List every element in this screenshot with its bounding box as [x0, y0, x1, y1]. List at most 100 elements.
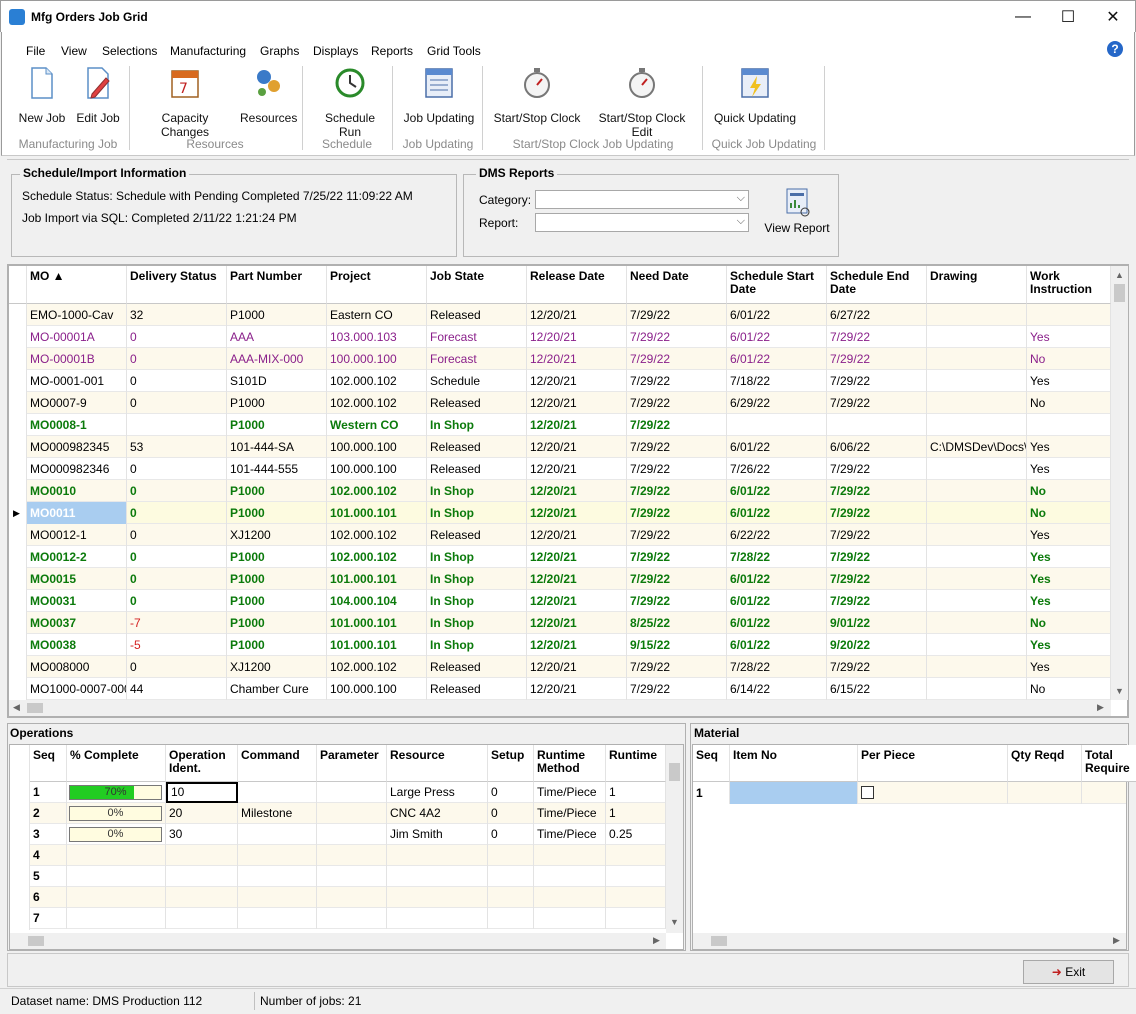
grid-cell[interactable]: 0 [127, 524, 227, 546]
mat-horizontal-scrollbar[interactable]: ▶ [693, 933, 1126, 949]
grid-hscroll-thumb[interactable] [27, 703, 43, 713]
row-selector[interactable] [9, 458, 27, 480]
operations-grid[interactable]: Seq% Complete Operation Ident. Command Para… [9, 744, 684, 950]
row-selector[interactable] [9, 634, 27, 656]
grid-cell[interactable]: Eastern CO [327, 304, 427, 326]
grid-header-mo[interactable]: MO ▲ [27, 266, 127, 304]
ops-header-runtime-method[interactable]: Runtime Method [534, 745, 606, 782]
grid-cell[interactable]: EMO-1000-Cav [27, 304, 127, 326]
grid-cell[interactable]: Yes [1027, 458, 1111, 480]
per-piece-checkbox[interactable] [861, 786, 874, 799]
grid-cell[interactable]: MO0007-9 [27, 392, 127, 414]
grid-cell[interactable]: 7/28/22 [727, 546, 827, 568]
grid-row[interactable]: ▶ MO0011 0 P1000 101.000.101 In Shop 12/20/21 7… [9, 502, 1111, 524]
ops-cell-ident[interactable] [166, 908, 238, 929]
grid-cell[interactable]: Released [427, 392, 527, 414]
grid-cell[interactable] [927, 656, 1027, 678]
row-selector[interactable] [9, 612, 27, 634]
ops-row[interactable]: 3 0% 30 Jim Smith 0 Time/Piece 0.25 [10, 824, 666, 846]
grid-cell[interactable]: 12/20/21 [527, 502, 627, 524]
ops-cell-runtime[interactable] [606, 887, 666, 908]
ops-header-parameter[interactable]: Parameter [317, 745, 387, 782]
menu-reports[interactable]: Reports [371, 44, 413, 58]
grid-cell[interactable]: 6/01/22 [727, 304, 827, 326]
row-selector[interactable] [10, 887, 30, 909]
ops-cell-seq[interactable]: 1 [30, 782, 67, 803]
ops-cell-resource[interactable] [387, 887, 488, 908]
grid-cell[interactable]: 12/20/21 [527, 436, 627, 458]
grid-header-release-date[interactable]: Release Date [527, 266, 627, 304]
grid-cell[interactable]: 7/29/22 [627, 458, 727, 480]
ops-cell-runtime[interactable]: 1 [606, 782, 666, 803]
grid-cell[interactable]: 8/25/22 [627, 612, 727, 634]
grid-cell[interactable]: P1000 [227, 634, 327, 656]
start-stop-clock-edit-button[interactable]: Start/Stop Clock Edit [587, 66, 697, 139]
grid-cell[interactable]: 100.000.100 [327, 678, 427, 700]
row-selector[interactable] [9, 480, 27, 502]
grid-cell[interactable] [927, 568, 1027, 590]
grid-cell[interactable]: 6/01/22 [727, 568, 827, 590]
row-selector[interactable] [10, 803, 30, 825]
grid-cell[interactable]: 7/29/22 [827, 524, 927, 546]
grid-cell[interactable]: 6/01/22 [727, 326, 827, 348]
grid-header-schedule-end-date[interactable]: Schedule End Date [827, 266, 927, 304]
grid-cell[interactable]: 12/20/21 [527, 326, 627, 348]
grid-cell[interactable]: 6/01/22 [727, 436, 827, 458]
mat-header-seq[interactable]: Seq [693, 745, 730, 782]
ops-cell-method[interactable]: Time/Piece [534, 782, 606, 803]
exit-button[interactable]: ➜ Exit [1023, 960, 1114, 984]
mat-cell-seq[interactable]: 1 [693, 782, 730, 804]
grid-cell[interactable] [927, 392, 1027, 414]
grid-cell[interactable] [827, 414, 927, 436]
grid-cell[interactable]: P1000 [227, 612, 327, 634]
grid-cell[interactable]: 12/20/21 [527, 546, 627, 568]
grid-cell[interactable]: 12/20/21 [527, 524, 627, 546]
grid-cell[interactable]: In Shop [427, 634, 527, 656]
ops-cell-seq[interactable]: 6 [30, 887, 67, 908]
percent-complete-cell[interactable]: 0% [67, 824, 166, 845]
grid-cell[interactable]: 12/20/21 [527, 458, 627, 480]
ops-cell-setup[interactable]: 0 [488, 782, 534, 803]
scroll-up-icon[interactable]: ▲ [1115, 270, 1124, 280]
row-selector[interactable] [9, 304, 27, 326]
grid-header-delivery-status[interactable]: Delivery Status [127, 266, 227, 304]
grid-cell[interactable]: No [1027, 612, 1111, 634]
grid-cell[interactable] [927, 414, 1027, 436]
grid-cell[interactable]: MO000982345 [27, 436, 127, 458]
grid-cell[interactable]: 12/20/21 [527, 392, 627, 414]
grid-cell[interactable]: Yes [1027, 590, 1111, 612]
grid-cell[interactable] [127, 414, 227, 436]
ops-header-resource[interactable]: Resource [387, 745, 488, 782]
grid-cell[interactable]: In Shop [427, 612, 527, 634]
grid-cell[interactable]: 7/29/22 [627, 546, 727, 568]
ops-cell-pct[interactable] [67, 908, 166, 929]
row-selector[interactable] [9, 370, 27, 392]
ops-cell-ident[interactable]: 20 [166, 803, 238, 824]
ops-header-operation-ident[interactable]: Operation Ident. [166, 745, 238, 782]
row-selector[interactable] [9, 678, 27, 700]
grid-cell[interactable]: P1000 [227, 414, 327, 436]
grid-cell[interactable]: Released [427, 304, 527, 326]
grid-cell[interactable]: 6/15/22 [827, 678, 927, 700]
grid-cell[interactable]: 7/29/22 [627, 480, 727, 502]
grid-cell[interactable]: 7/18/22 [727, 370, 827, 392]
menu-selections[interactable]: Selections [102, 44, 157, 58]
grid-cell[interactable]: 7/29/22 [827, 590, 927, 612]
row-selector[interactable] [9, 392, 27, 414]
grid-cell[interactable] [1027, 414, 1111, 436]
grid-cell[interactable]: 101.000.101 [327, 502, 427, 524]
grid-cell[interactable]: P1000 [227, 392, 327, 414]
ops-cell-method[interactable]: Time/Piece [534, 824, 606, 845]
grid-cell[interactable]: In Shop [427, 414, 527, 436]
ops-cell-method[interactable]: Time/Piece [534, 803, 606, 824]
ops-row[interactable]: 7 [10, 908, 666, 930]
mat-header-item-no[interactable]: Item No [730, 745, 858, 782]
grid-cell[interactable]: P1000 [227, 590, 327, 612]
grid-cell[interactable]: 7/29/22 [827, 370, 927, 392]
grid-cell[interactable] [927, 304, 1027, 326]
grid-cell[interactable]: MO0010 [27, 480, 127, 502]
ops-cell-command[interactable] [238, 824, 317, 845]
grid-row[interactable]: MO0012-1 0 XJ1200 102.000.102 Released 12/20/… [9, 524, 1111, 546]
grid-cell[interactable]: 0 [127, 568, 227, 590]
help-icon[interactable]: ? [1107, 41, 1123, 57]
